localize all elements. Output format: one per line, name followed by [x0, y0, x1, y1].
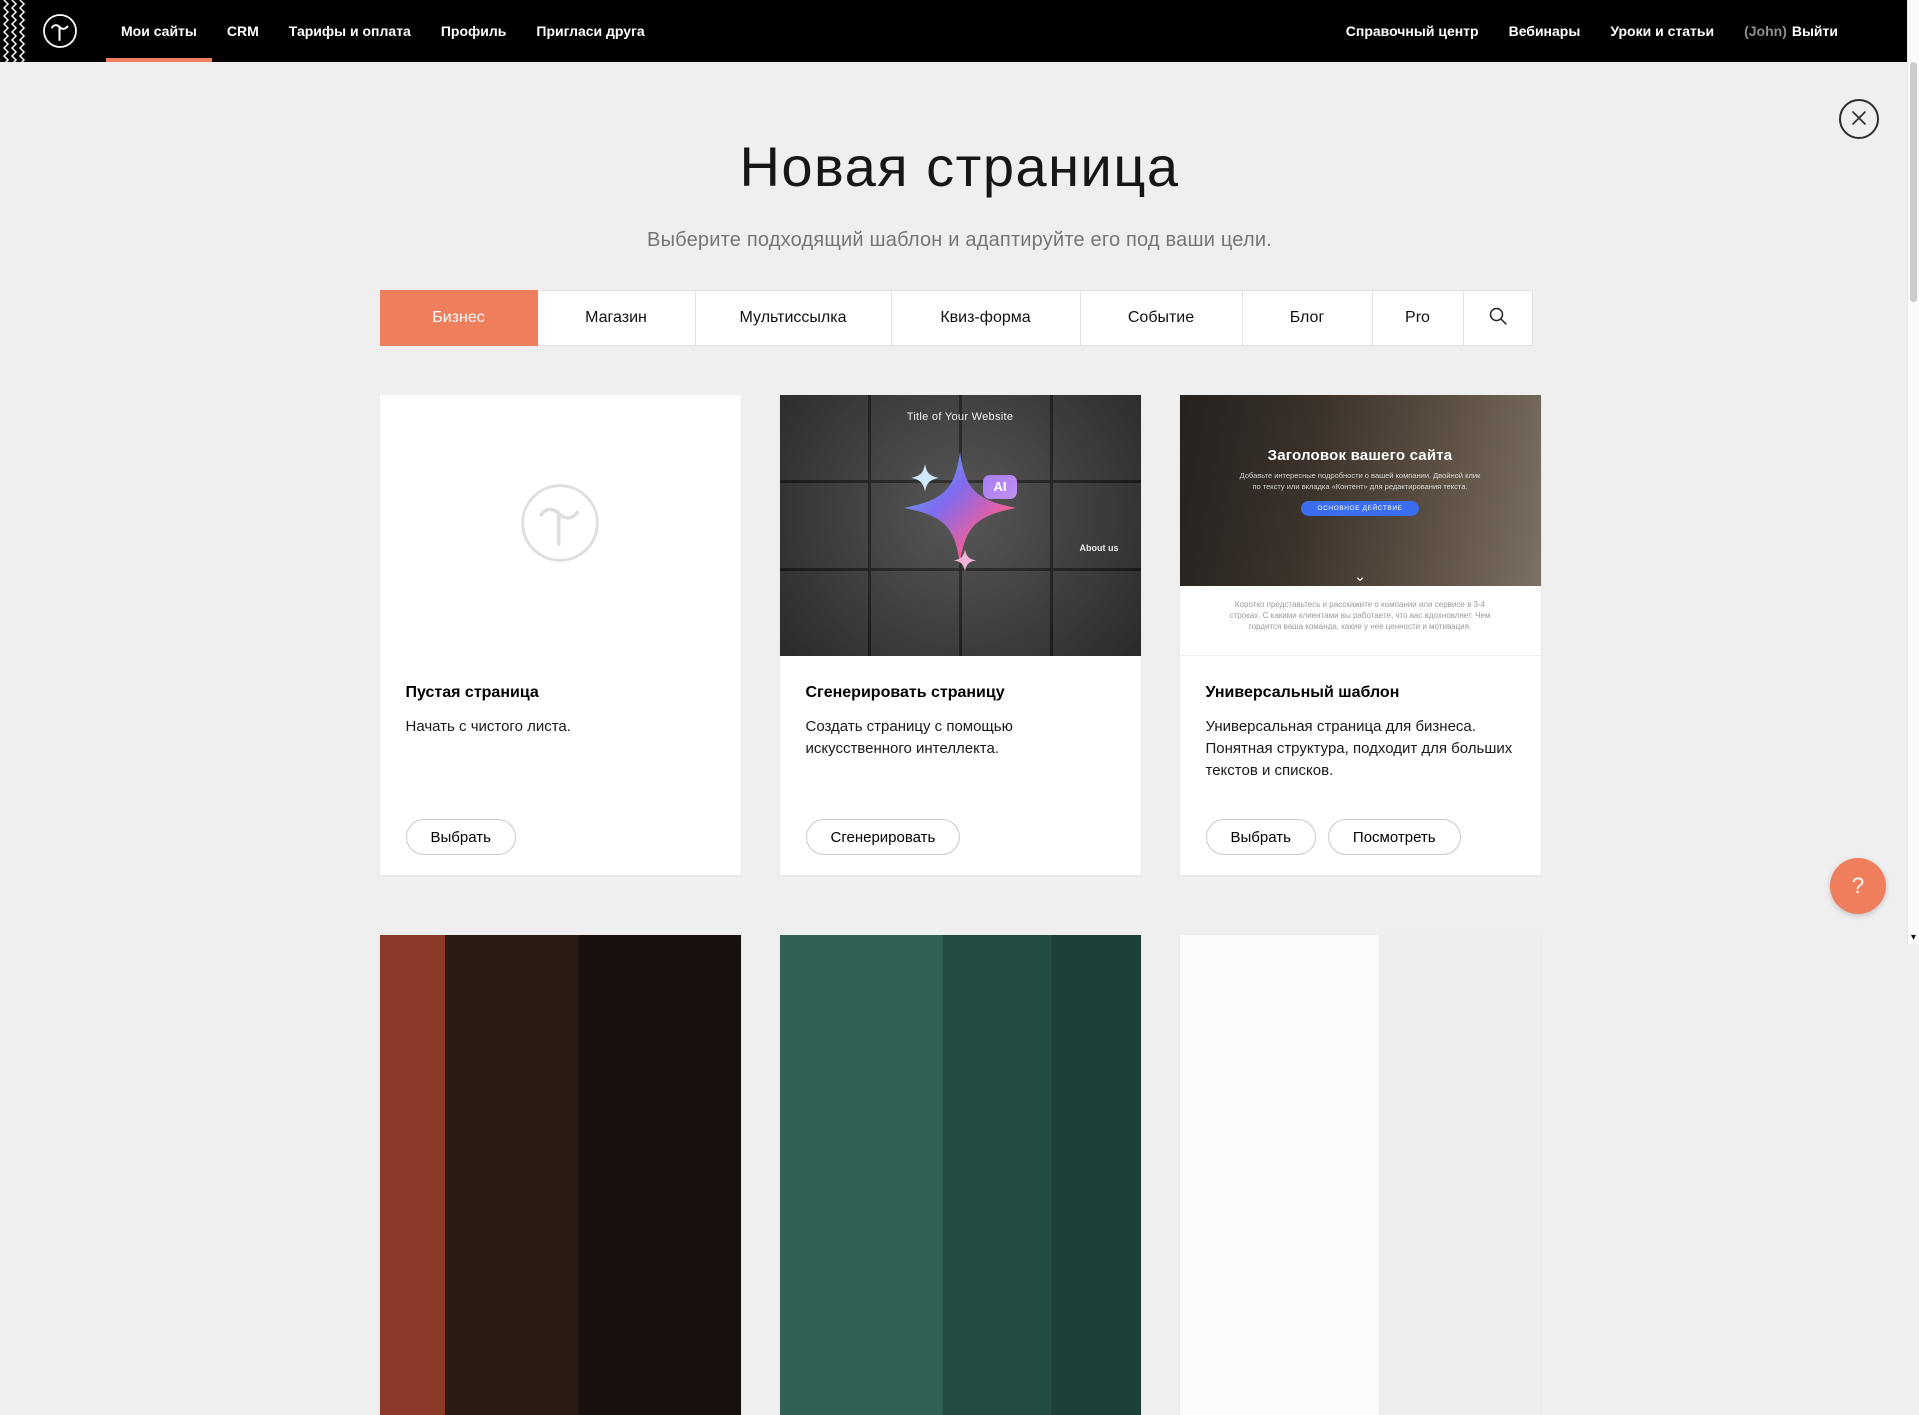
nav-tariffs[interactable]: Тарифы и оплата — [274, 0, 426, 62]
ai-generate-preview: Title of Your Website About us — [780, 395, 1141, 656]
nav-crm[interactable]: CRM — [212, 0, 274, 62]
preview-body-text: Коротко представьтесь и расскажите о ком… — [1230, 599, 1491, 633]
preview-cta-button: Основное действие — [1301, 501, 1418, 516]
nav-help-center[interactable]: Справочный центр — [1331, 0, 1494, 62]
choose-universal-button[interactable]: Выбрать — [1206, 819, 1316, 855]
scrollbar-down-arrow-icon[interactable]: ▾ — [1908, 933, 1919, 943]
nav-lessons[interactable]: Уроки и статьи — [1595, 0, 1729, 62]
collage-about-label: About us — [1080, 543, 1119, 553]
nav-webinars[interactable]: Вебинары — [1494, 0, 1596, 62]
page-title: Новая страница — [0, 134, 1919, 199]
preview-body: Коротко представьтесь и расскажите о ком… — [1180, 586, 1541, 656]
tab-pro[interactable]: Pro — [1372, 290, 1464, 346]
close-button[interactable] — [1839, 99, 1879, 139]
tab-shop[interactable]: Магазин — [537, 290, 696, 346]
card-title: Сгенерировать страницу — [806, 684, 1115, 702]
card-description: Создать страницу с помощью искусственног… — [806, 716, 1115, 760]
search-tab[interactable] — [1463, 290, 1533, 346]
nav-logout[interactable]: (John) Выйти — [1729, 0, 1853, 62]
search-icon — [1488, 306, 1508, 331]
secondary-nav: Справочный центр Вебинары Уроки и статьи… — [1331, 0, 1853, 62]
scrollbar[interactable]: ▾ — [1907, 0, 1919, 944]
chevron-down-icon: ⌄ — [1180, 569, 1541, 584]
preview-heading: Заголовок вашего сайта — [1180, 447, 1541, 464]
preview-cover: Заголовок вашего сайта Добавьте интересн… — [1180, 395, 1541, 586]
scrollbar-thumb[interactable] — [1910, 62, 1917, 302]
choose-blank-button[interactable]: Выбрать — [406, 819, 516, 855]
blank-page-preview — [380, 395, 741, 656]
card-description: Начать с чистого листа. — [406, 716, 715, 738]
universal-template-preview: Заголовок вашего сайта Добавьте интересн… — [1180, 395, 1541, 656]
card-title: Универсальный шаблон — [1206, 684, 1515, 702]
preview-subtext: Добавьте интересные подробности о вашей … — [1235, 471, 1485, 492]
tilda-logo[interactable] — [42, 0, 78, 62]
template-card-universal: Заголовок вашего сайта Добавьте интересн… — [1180, 395, 1541, 875]
view-universal-button[interactable]: Посмотреть — [1328, 819, 1461, 855]
partial-preview — [380, 935, 741, 1415]
user-name: (John) — [1744, 23, 1787, 39]
tab-event[interactable]: Событие — [1080, 290, 1243, 346]
nav-profile[interactable]: Профиль — [426, 0, 522, 62]
tab-quiz-form[interactable]: Квиз-форма — [891, 290, 1081, 346]
nav-my-sites[interactable]: Мои сайты — [106, 0, 212, 62]
ai-badge: AI — [983, 475, 1017, 499]
tab-multilink[interactable]: Мультиссылка — [695, 290, 892, 346]
tilda-watermark-icon — [518, 481, 602, 570]
top-nav: Мои сайты CRM Тарифы и оплата Профиль Пр… — [0, 0, 1919, 62]
template-cards-grid: Пустая страница Начать с чистого листа. … — [380, 395, 1540, 1415]
template-card-blank: Пустая страница Начать с чистого листа. … — [380, 395, 741, 875]
partial-preview — [1180, 935, 1541, 1415]
generate-button[interactable]: Сгенерировать — [806, 819, 961, 855]
template-card-partial-2[interactable] — [780, 935, 1141, 1415]
card-description: Универсальная страница для бизнеса. Поня… — [1206, 716, 1515, 781]
template-card-partial-3[interactable] — [1180, 935, 1541, 1415]
new-page-dialog: Новая страница Выберите подходящий шабло… — [0, 134, 1919, 1415]
template-category-tabs: Бизнес Магазин Мультиссылка Квиз-форма С… — [380, 290, 1540, 346]
tab-business[interactable]: Бизнес — [380, 290, 538, 346]
close-icon — [1851, 110, 1867, 129]
zigzag-pattern-decoration — [0, 0, 26, 62]
nav-invite-friend[interactable]: Пригласи друга — [521, 0, 659, 62]
card-title: Пустая страница — [406, 684, 715, 702]
partial-preview — [780, 935, 1141, 1415]
page-subtitle: Выберите подходящий шаблон и адаптируйте… — [0, 229, 1919, 252]
ai-sparkle-icon — [885, 445, 1035, 600]
tab-blog[interactable]: Блог — [1242, 290, 1373, 346]
collage-preview-title: Title of Your Website — [780, 411, 1141, 423]
template-card-partial-1[interactable] — [380, 935, 741, 1415]
primary-nav: Мои сайты CRM Тарифы и оплата Профиль Пр… — [106, 0, 660, 62]
logout-label: Выйти — [1792, 23, 1838, 39]
help-button[interactable]: ? — [1830, 858, 1886, 914]
template-card-ai-generate: Title of Your Website About us — [780, 395, 1141, 875]
